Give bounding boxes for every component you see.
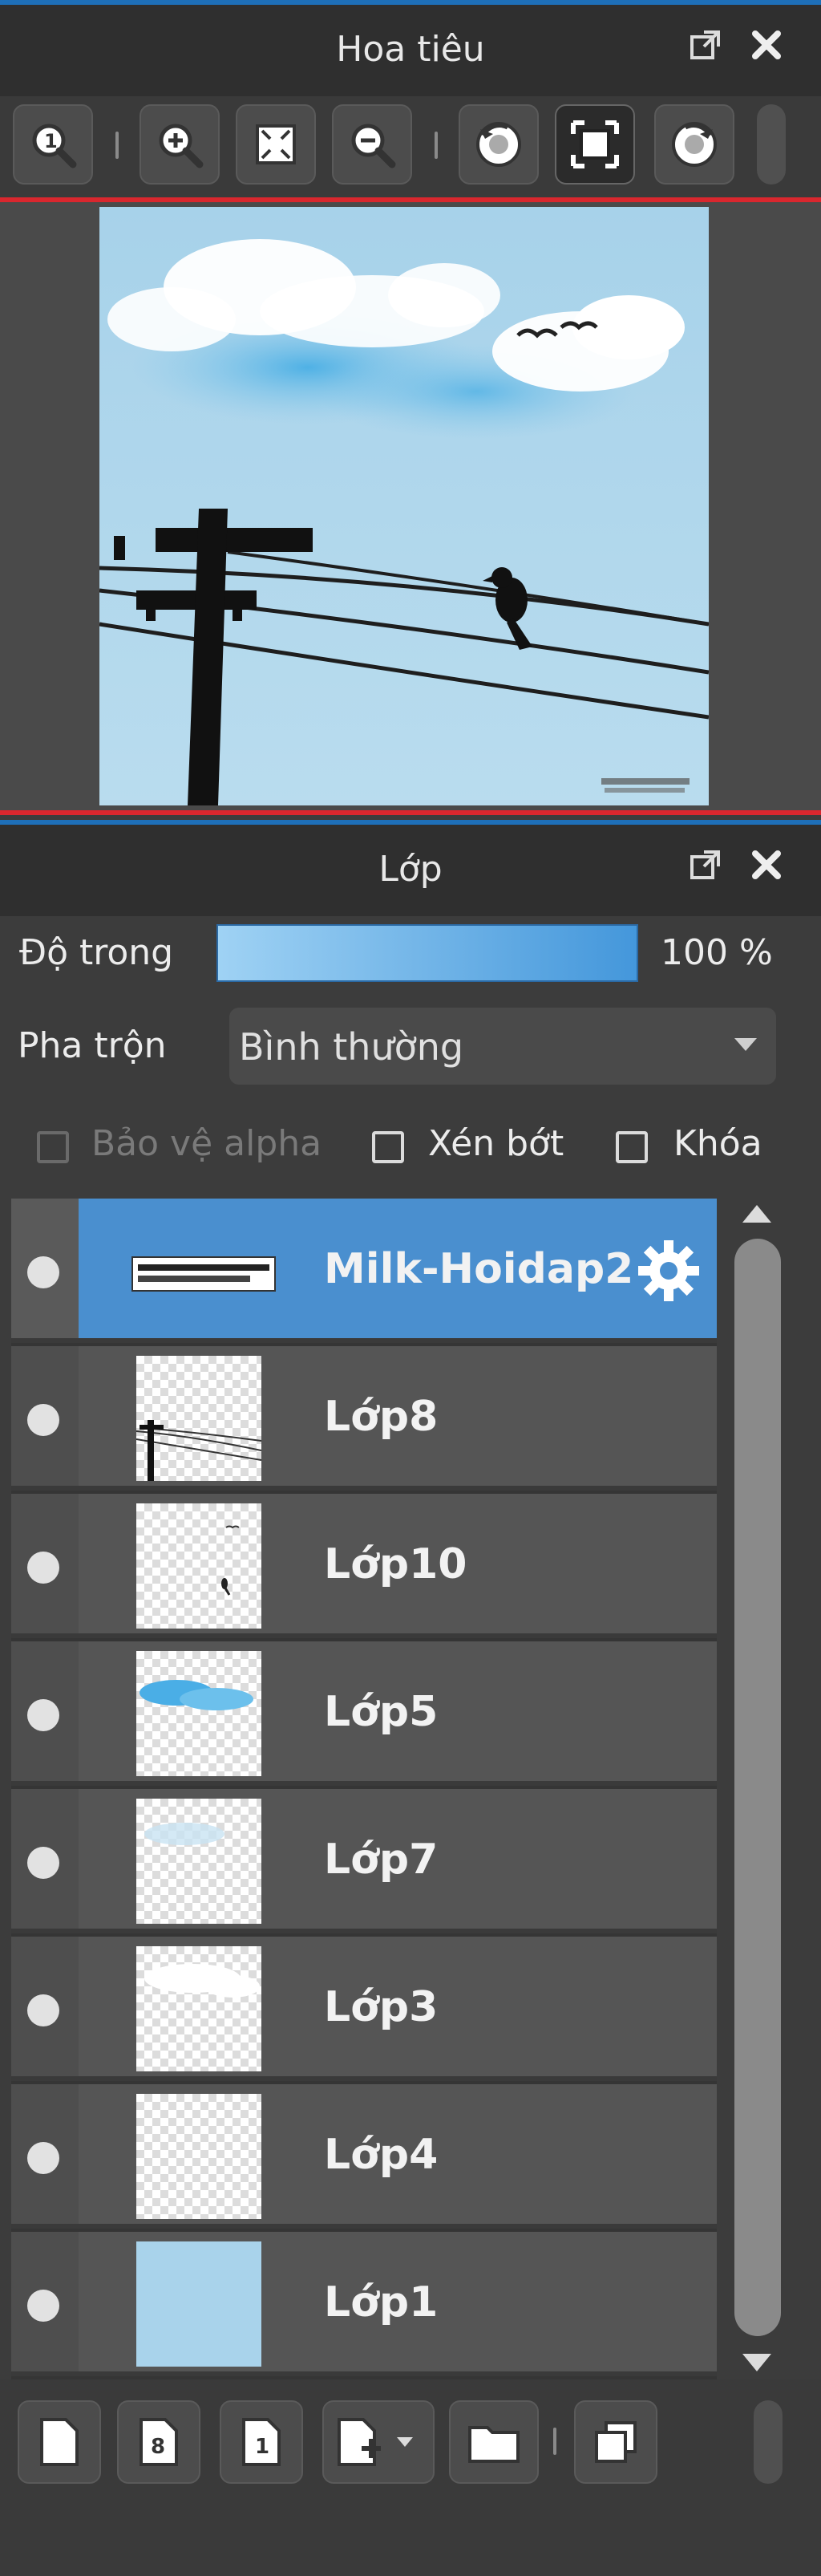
layer-thumbnail [136,1946,261,2071]
scroll-down-icon[interactable] [742,2354,771,2371]
toolbar-scrollbar[interactable] [754,2400,783,2484]
layer-scrollbar[interactable] [722,1199,794,2379]
layer-thumbnail [136,1651,261,1776]
layer-toolbar: 8 1 [0,2379,821,2576]
layer-thumbnail [136,2241,261,2367]
layer-thumbnail [136,1356,261,1481]
visibility-toggle[interactable] [27,1256,59,1288]
new-8bit-layer-icon[interactable]: 8 [117,2400,200,2484]
zoom-out-icon[interactable] [332,104,412,185]
float-panel-icon[interactable] [683,842,728,887]
zoom-in-icon[interactable] [140,104,220,185]
layer-name: Lớp3 [324,1983,439,2031]
blend-label: Pha trộn [18,1025,167,1066]
layer-name: Lớp5 [324,1688,439,1736]
zoom-actual-icon[interactable]: 1 [13,104,93,185]
layer-name: Lớp1 [324,2278,439,2327]
layer-row-lop7[interactable]: Lớp7 [11,1789,717,1933]
protect-alpha-label: Bảo vệ alpha [91,1123,322,1164]
close-icon[interactable] [744,842,789,887]
clipping-checkbox[interactable] [372,1131,404,1163]
layer-name: Lớp10 [324,1540,467,1588]
toolbar-scrollbar[interactable] [757,104,786,185]
visibility-toggle[interactable] [27,1847,59,1879]
opacity-label: Độ trong [19,932,174,973]
layers-header: Lớp [0,820,821,916]
layer-name: Milk-Hoidap2 [324,1245,634,1293]
protect-alpha-checkbox[interactable] [37,1131,69,1163]
layer-name: Lớp7 [324,1836,439,1884]
layer-thumbnail [136,2094,261,2219]
navigator-preview[interactable] [0,197,821,815]
layer-row-milk-hoidap2[interactable]: Milk-Hoidap2 [11,1199,717,1343]
layer-row-lop8[interactable]: Lớp8 [11,1346,717,1491]
float-panel-icon[interactable] [683,22,728,67]
layer-thumbnail [131,1256,276,1292]
layer-row-lop10[interactable]: Lớp10 [11,1494,717,1638]
visibility-toggle[interactable] [27,1699,59,1731]
duplicate-layer-icon[interactable] [574,2400,657,2484]
visibility-toggle[interactable] [27,1552,59,1584]
lock-checkbox[interactable] [616,1131,648,1163]
folder-icon[interactable] [449,2400,539,2484]
close-icon[interactable] [744,22,789,67]
gear-icon[interactable] [637,1239,701,1303]
layer-name: Lớp4 [324,2131,439,2179]
layer-thumbnail [136,1503,261,1629]
visibility-toggle[interactable] [27,1404,59,1436]
rotate-right-icon[interactable] [654,104,734,185]
visibility-toggle[interactable] [27,1994,59,2026]
layer-thumbnail [136,1799,261,1924]
rotate-left-icon[interactable] [459,104,539,185]
navigator-header: Hoa tiêu [0,0,821,96]
add-layer-dropdown-icon[interactable] [322,2400,435,2484]
layer-row-lop1[interactable]: Lớp1 [11,2232,717,2376]
blend-mode-value: Bình thường [239,1025,464,1069]
layer-row-lop3[interactable]: Lớp3 [11,1937,717,2081]
fullscreen-icon[interactable] [555,104,635,185]
blend-mode-select[interactable]: Bình thường [229,1008,776,1085]
svg-text:8: 8 [151,2435,165,2459]
clipping-label: Xén bớt [428,1123,564,1164]
visibility-toggle[interactable] [27,2290,59,2322]
layer-name: Lớp8 [324,1393,439,1441]
visibility-toggle[interactable] [27,2142,59,2174]
canvas-preview-image [99,207,709,805]
svg-text:1: 1 [44,130,58,152]
lock-label: Khóa [673,1123,762,1164]
opacity-value: 100 % [661,932,773,973]
layer-row-lop5[interactable]: Lớp5 [11,1641,717,1786]
scrollbar-thumb[interactable] [734,1239,781,2336]
chevron-down-icon [734,1038,757,1051]
navigator-toolbar: 1 [0,96,821,197]
layer-list: Milk-Hoidap2 Lớp8 Lớp10 Lớp5 Lớp7 Lớp3 L… [11,1199,717,2379]
layer-row-lop4[interactable]: Lớp4 [11,2084,717,2229]
scroll-up-icon[interactable] [742,1205,771,1223]
opacity-slider[interactable] [216,924,638,982]
fit-screen-icon[interactable] [236,104,316,185]
new-layer-icon[interactable] [18,2400,101,2484]
new-1bit-layer-icon[interactable]: 1 [220,2400,303,2484]
svg-text:1: 1 [255,2435,269,2459]
